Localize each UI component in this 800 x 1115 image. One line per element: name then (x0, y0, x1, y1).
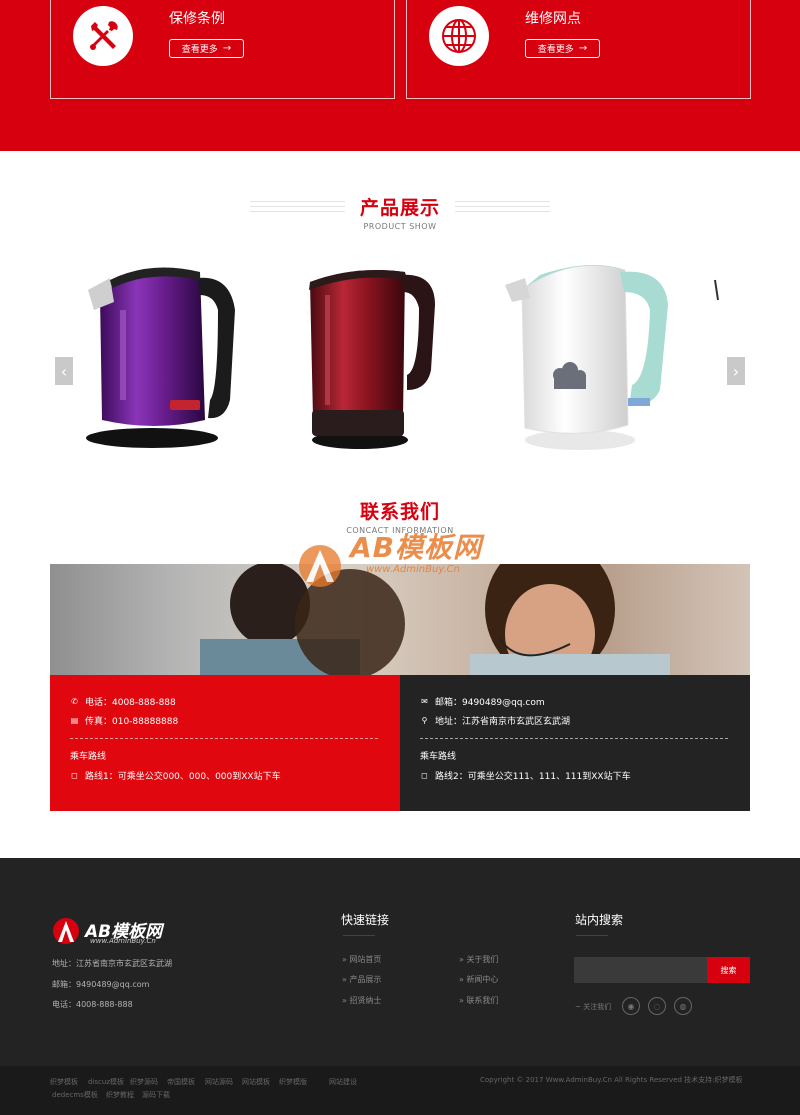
qq-icon[interactable]: ◍ (674, 997, 692, 1015)
fax-line: ▤ 传真：010-88888888 (70, 714, 179, 727)
friend-link[interactable]: 网站建设 (329, 1077, 357, 1087)
friend-link[interactable]: 织梦模版 (279, 1077, 307, 1087)
view-more-label: 查看更多 (181, 45, 218, 55)
title-underline (343, 935, 375, 936)
service-box-repair-network: 维修网点 查看更多 → (406, 0, 751, 99)
service-title: 保修条例 (169, 11, 225, 27)
link-label: 联系我们 (466, 996, 499, 1005)
view-more-button[interactable]: 查看更多 → (525, 39, 600, 58)
service-title: 维修网点 (525, 11, 581, 27)
bus-icon: ◻ (421, 771, 428, 780)
route-line: ◻ 路线2：可乘坐公交111、111、111到XX站下车 (420, 769, 631, 782)
envelope-icon: ✉ (421, 697, 428, 706)
title-underline (576, 935, 608, 936)
map-pin-icon: ⚲ (421, 716, 428, 725)
contact-panel-right: ✉ 邮箱：9490489@qq.com ⚲ 地址：江苏省南京市玄武区玄武湖 乘车… (400, 675, 750, 811)
friend-link[interactable]: 网站源码 (205, 1077, 233, 1087)
route-title: 乘车路线 (70, 749, 106, 762)
watermark-subtext: www.AdminBuy.Cn (366, 564, 460, 575)
watermark-logo: AB模板网 www.AdminBuy.Cn (296, 520, 516, 590)
route-text: 路线2：可乘坐公交111、111、111到XX站下车 (435, 772, 631, 782)
arrow-right-icon: → (578, 43, 588, 54)
contact-panel-left: ✆ 电话：4008-888-888 ▤ 传真：010-88888888 乘车路线… (50, 675, 400, 811)
link-label: 新闻中心 (466, 975, 499, 984)
watermark-a-icon (299, 545, 341, 587)
view-more-button[interactable]: 查看更多 → (169, 39, 244, 58)
link-label: 产品展示 (349, 975, 382, 984)
footer-logo-subtext: www.AdminBuy.Cn (90, 937, 156, 945)
product-item-purple-kettle[interactable] (80, 250, 260, 465)
divider (420, 738, 728, 739)
weibo-icon[interactable]: ◉ (622, 997, 640, 1015)
service-band: 保修条例 查看更多 → 维修网点 查看更多 → (0, 0, 800, 151)
globe-icon (429, 6, 489, 66)
watermark-text: AB模板网 (350, 531, 483, 564)
product-item-partial[interactable] (712, 250, 750, 465)
divider (70, 738, 378, 739)
route-title-text: 乘车路线 (70, 752, 107, 762)
product-item-white-kettle[interactable] (500, 250, 680, 465)
route-text: 路线1：可乘坐公交000、000、000到XX站下车 (85, 772, 281, 782)
decorative-lines (455, 201, 550, 215)
quick-link-jobs[interactable]: » 招贤纳士 (342, 995, 381, 1006)
kettle-image (309, 269, 435, 449)
fax-text: 传真：010-88888888 (85, 717, 179, 727)
link-label: 网站首页 (349, 955, 382, 964)
phone-line: ✆ 电话：4008-888-888 (70, 695, 176, 708)
quick-link-news[interactable]: » 新闻中心 (459, 974, 498, 985)
tools-icon (73, 6, 133, 66)
view-more-label: 查看更多 (537, 45, 574, 55)
address-text: 地址：江苏省南京市玄武区玄武湖 (435, 717, 571, 727)
section-title: 产品展示 (359, 197, 440, 219)
route-title-text: 乘车路线 (420, 752, 457, 762)
bus-icon: ◻ (71, 771, 78, 780)
site-search-title: 站内搜索 (575, 913, 624, 927)
printer-icon: ▤ (70, 716, 79, 725)
route-title: 乘车路线 (420, 749, 456, 762)
email-line: ✉ 邮箱：9490489@qq.com (420, 695, 545, 708)
footer-phone: 电话：4008-888-888 (52, 1000, 133, 1009)
route-line: ◻ 路线1：可乘坐公交000、000、000到XX站下车 (70, 769, 281, 782)
friend-link[interactable]: 源码下载 (142, 1090, 170, 1100)
arrow-right-icon: → (222, 43, 232, 54)
quick-link-about[interactable]: » 关于我们 (459, 954, 498, 965)
email-text: 邮箱：9490489@qq.com (435, 698, 545, 708)
product-section-heading: 产品展示 PRODUCT SHOW (0, 193, 800, 231)
friend-link[interactable]: dedecms模板 (52, 1090, 98, 1100)
friend-link[interactable]: 织梦教程 (106, 1090, 134, 1100)
decorative-lines (250, 201, 345, 215)
product-carousel (50, 250, 750, 465)
phone-text: 电话：4008-888-888 (85, 698, 176, 708)
follow-us-label: ~ 关注我们 (575, 1003, 612, 1011)
address-line: ⚲ 地址：江苏省南京市玄武区玄武湖 (420, 714, 570, 727)
site-search-button[interactable]: 搜索 (707, 957, 750, 983)
quick-link-products[interactable]: » 产品展示 (342, 974, 381, 985)
follow-us-text: 关注我们 (583, 1003, 612, 1011)
kettle-image (505, 265, 668, 450)
link-label: 关于我们 (466, 955, 499, 964)
kettle-image (86, 267, 235, 448)
quick-links-title: 快速链接 (341, 913, 390, 927)
section-subtitle: PRODUCT SHOW (363, 222, 437, 231)
friend-link[interactable]: 网站模板 (242, 1077, 270, 1087)
copyright: Copyright © 2017 Www.AdminBuy.Cn All Rig… (480, 1076, 743, 1084)
quick-link-contact[interactable]: » 联系我们 (459, 995, 498, 1006)
quick-link-home[interactable]: » 网站首页 (342, 954, 381, 965)
phone-icon: ✆ (71, 697, 78, 706)
footer-email: 邮箱：9490489@qq.com (52, 980, 150, 989)
service-box-warranty: 保修条例 查看更多 → (50, 0, 395, 99)
link-label: 招贤纳士 (349, 996, 382, 1005)
friend-link[interactable]: 帝国模板 (167, 1077, 195, 1087)
kettle-image (714, 279, 719, 301)
product-item-red-kettle[interactable] (295, 250, 475, 465)
friend-link[interactable]: discuz模板 (88, 1077, 124, 1087)
footer-address: 地址：江苏省南京市玄武区玄武湖 (52, 959, 172, 968)
site-search-input[interactable] (574, 957, 707, 983)
friend-link[interactable]: 织梦源码 (130, 1077, 158, 1087)
wechat-icon[interactable]: ◌ (648, 997, 666, 1015)
friend-link[interactable]: 织梦模板 (50, 1077, 78, 1087)
